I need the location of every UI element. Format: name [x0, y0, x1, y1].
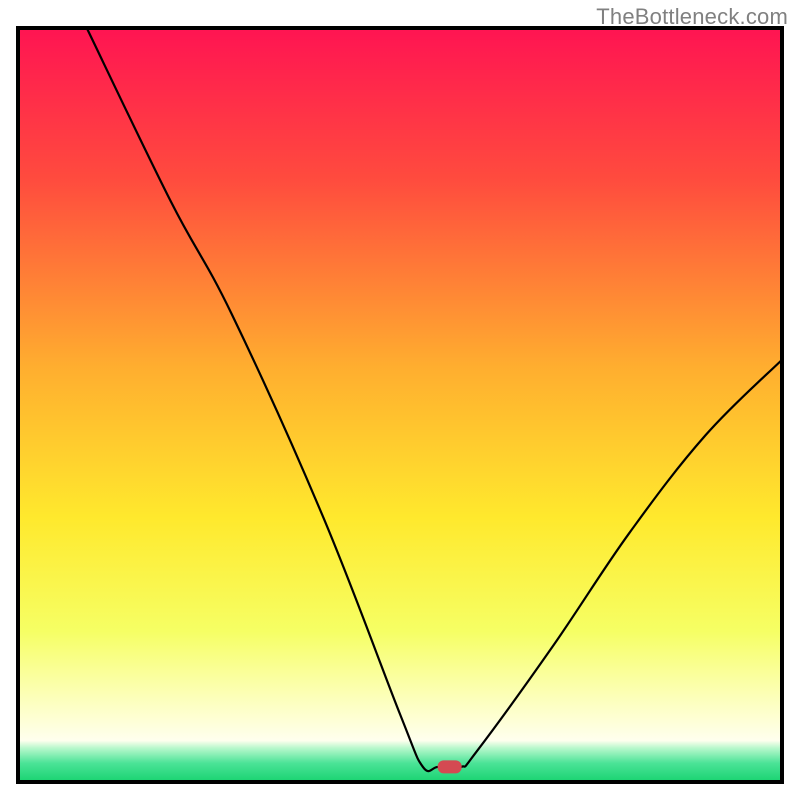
watermark-text: TheBottleneck.com [596, 4, 788, 30]
plot-area [18, 28, 782, 782]
chart-canvas [0, 0, 800, 800]
bottleneck-chart: TheBottleneck.com [0, 0, 800, 800]
gradient-background [18, 28, 782, 782]
optimal-marker [438, 760, 462, 773]
